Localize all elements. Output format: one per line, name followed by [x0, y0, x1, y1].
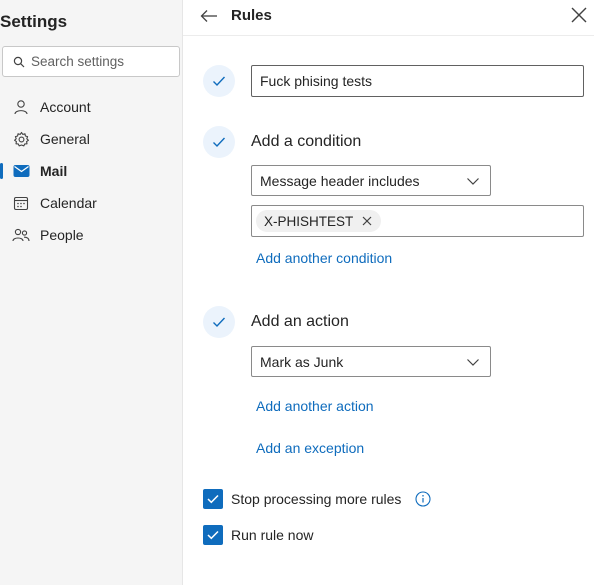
step-complete-indicator	[203, 65, 235, 97]
action-dropdown-value: Mark as Junk	[260, 353, 344, 370]
sidebar-item-mail[interactable]: Mail	[0, 155, 183, 187]
header-tag: X-PHISHTEST	[256, 210, 382, 232]
checkmark-icon	[213, 317, 226, 328]
sidebar-item-label: General	[40, 131, 90, 147]
run-now-label: Run rule now	[231, 527, 314, 543]
step-complete-indicator	[203, 126, 235, 158]
remove-tag-button[interactable]	[361, 215, 373, 227]
calendar-icon	[12, 194, 30, 212]
people-icon	[12, 226, 30, 244]
chevron-down-icon	[466, 355, 480, 369]
condition-dropdown-value: Message header includes	[260, 172, 420, 189]
sidebar-item-label: Calendar	[40, 195, 97, 211]
sidebar-item-general[interactable]: General	[0, 123, 183, 155]
stop-processing-option: Stop processing more rules	[203, 489, 431, 509]
checkmark-icon	[213, 137, 226, 148]
condition-heading: Add a condition	[251, 133, 362, 150]
action-dropdown[interactable]: Mark as Junk	[251, 346, 491, 377]
person-icon	[12, 98, 30, 116]
search-input[interactable]	[31, 54, 171, 69]
search-icon	[13, 56, 25, 68]
close-icon	[571, 7, 587, 23]
info-icon[interactable]	[415, 491, 431, 507]
stop-processing-checkbox[interactable]	[203, 489, 223, 509]
sidebar-item-label: Mail	[40, 163, 68, 179]
arrow-left-icon	[200, 10, 217, 22]
header-tag-label: X-PHISHTEST	[264, 213, 354, 229]
settings-nav: Account General Mail Calendar People	[0, 91, 183, 251]
back-button[interactable]	[199, 6, 219, 26]
add-exception-link[interactable]: Add an exception	[256, 440, 364, 456]
checkmark-icon	[207, 530, 219, 540]
chevron-down-icon	[466, 174, 480, 188]
sidebar-title: Settings	[0, 12, 68, 31]
gear-icon	[12, 130, 30, 148]
settings-sidebar: Settings Account General Mail	[0, 0, 183, 585]
run-now-option: Run rule now	[203, 525, 314, 545]
add-condition-link[interactable]: Add another condition	[256, 250, 392, 266]
checkmark-icon	[213, 76, 226, 87]
page-title: Rules	[231, 7, 272, 24]
condition-dropdown[interactable]: Message header includes	[251, 165, 491, 196]
add-action-link[interactable]: Add another action	[256, 398, 374, 414]
rule-name-field[interactable]	[251, 65, 584, 97]
run-now-checkbox[interactable]	[203, 525, 223, 545]
mail-icon	[12, 162, 30, 180]
sidebar-item-label: People	[40, 227, 84, 243]
search-box[interactable]	[2, 46, 180, 77]
close-icon	[362, 216, 372, 226]
sidebar-item-people[interactable]: People	[0, 219, 183, 251]
sidebar-item-calendar[interactable]: Calendar	[0, 187, 183, 219]
stop-processing-label: Stop processing more rules	[231, 491, 402, 507]
close-button[interactable]	[569, 5, 589, 25]
action-heading: Add an action	[251, 313, 349, 330]
step-complete-indicator	[203, 306, 235, 338]
checkmark-icon	[207, 494, 219, 504]
header-value-field[interactable]: X-PHISHTEST	[251, 205, 584, 237]
panel-header: Rules	[183, 0, 594, 36]
sidebar-item-account[interactable]: Account	[0, 91, 183, 123]
sidebar-item-label: Account	[40, 99, 91, 115]
